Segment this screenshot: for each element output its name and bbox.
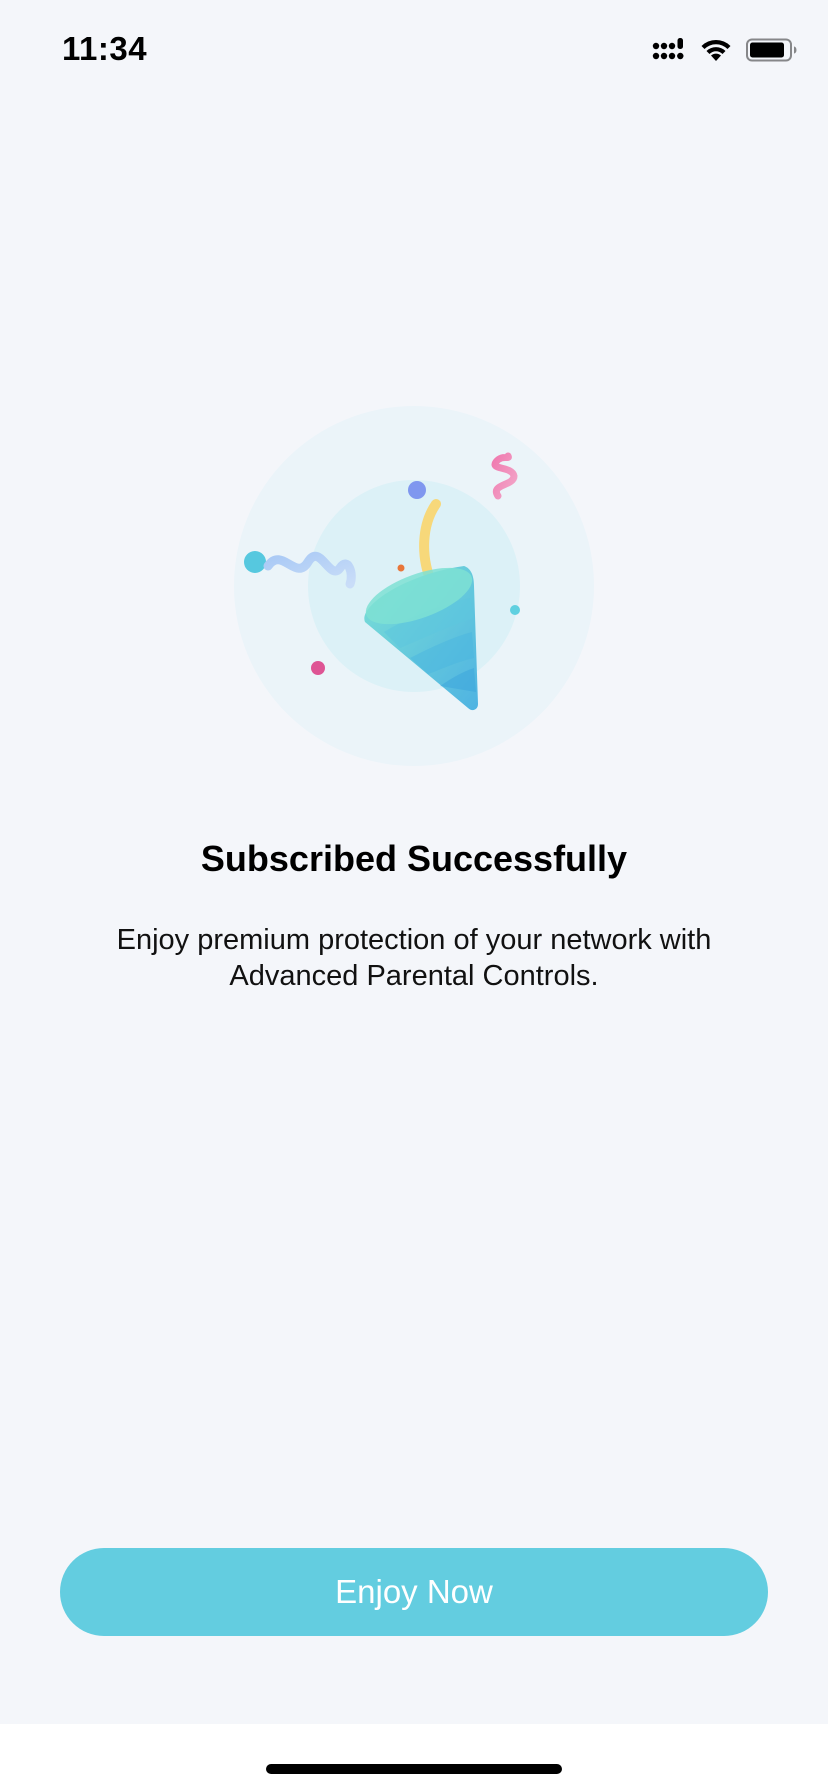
- wifi-icon: [700, 38, 732, 62]
- status-icons: [652, 34, 798, 66]
- enjoy-now-button[interactable]: Enjoy Now: [60, 1548, 768, 1636]
- success-screen: 11:34 Subscribed Successfully Enjoy prem…: [0, 0, 828, 1724]
- page-description: Enjoy premium protection of your network…: [116, 924, 712, 992]
- home-indicator[interactable]: [266, 1764, 562, 1774]
- status-bar: 11:34: [0, 0, 828, 100]
- cellular-signal-icon: [652, 37, 686, 63]
- status-time: 11:34: [62, 30, 148, 67]
- party-popper-illustration: [234, 406, 594, 766]
- battery-icon: [746, 38, 798, 62]
- page-title: Subscribed Successfully: [200, 838, 628, 879]
